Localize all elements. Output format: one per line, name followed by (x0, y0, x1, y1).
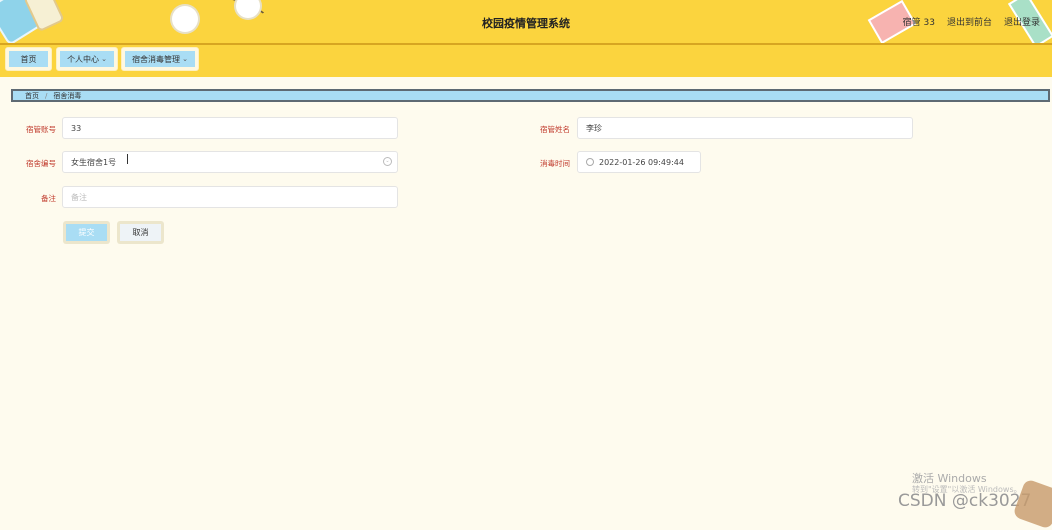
time-picker[interactable]: 2022-01-26 09:49:44 (577, 151, 701, 173)
nav-item-label: 个人中心 (67, 54, 100, 64)
cancel-label: 取消 (132, 228, 149, 237)
submit-button[interactable]: 提交 (63, 221, 110, 244)
account-value: 33 (71, 123, 82, 133)
time-value: 2022-01-26 09:49:44 (599, 157, 684, 167)
clock-icon (586, 158, 594, 166)
breadcrumb-current: 宿舍消毒 (53, 91, 82, 100)
time-label: 消毒时间 (540, 159, 570, 168)
remark-input[interactable]: 备注 (62, 186, 398, 208)
breadcrumb-separator: / (45, 91, 48, 100)
submit-label: 提交 (78, 228, 95, 237)
logout-link[interactable]: 退出登录 (1004, 15, 1040, 28)
account-input[interactable]: 33 (62, 117, 398, 139)
remark-placeholder: 备注 (71, 192, 87, 202)
top-nav: 首页 个人中心 ⌄ 宿舍消毒管理 ⌄ (0, 45, 1052, 77)
chevron-down-icon: ⌄ (101, 55, 107, 63)
text-cursor-icon (127, 154, 128, 164)
nav-item-home[interactable]: 首页 (5, 47, 52, 71)
name-input[interactable]: 李珍 (577, 117, 913, 139)
dorm-select[interactable]: 女生宿舍1号 ⌄ (62, 151, 398, 173)
breadcrumb: 首页 / 宿舍消毒 (11, 89, 1050, 102)
breadcrumb-home[interactable]: 首页 (25, 91, 39, 101)
name-label: 宿管姓名 (540, 125, 570, 134)
app-title: 校园疫情管理系统 (482, 17, 570, 30)
app-header: 校园疫情管理系统 宿管 33 退出到前台 退出登录 (0, 0, 1052, 45)
cancel-button[interactable]: 取消 (117, 221, 164, 244)
nav-item-dorm-disinfection[interactable]: 宿舍消毒管理 ⌄ (121, 47, 199, 71)
dorm-label: 宿舍编号 (26, 159, 56, 168)
nav-item-label: 首页 (20, 54, 37, 64)
nav-item-label: 宿舍消毒管理 (132, 54, 181, 64)
name-value: 李珍 (586, 123, 602, 133)
nav-item-personal-center[interactable]: 个人中心 ⌄ (56, 47, 118, 71)
account-label: 宿管账号 (26, 125, 56, 134)
remark-label: 备注 (41, 194, 56, 203)
header-user-area: 宿管 33 退出到前台 退出登录 (903, 15, 1040, 28)
select-arrow-icon[interactable]: ⌄ (383, 157, 392, 166)
back-to-front-link[interactable]: 退出到前台 (947, 15, 992, 28)
dorm-value: 女生宿舍1号 (71, 157, 117, 167)
csdn-watermark: CSDN @ck3027 (898, 491, 1032, 511)
chevron-down-icon: ⌄ (182, 55, 188, 63)
user-label: 宿管 33 (902, 18, 935, 28)
